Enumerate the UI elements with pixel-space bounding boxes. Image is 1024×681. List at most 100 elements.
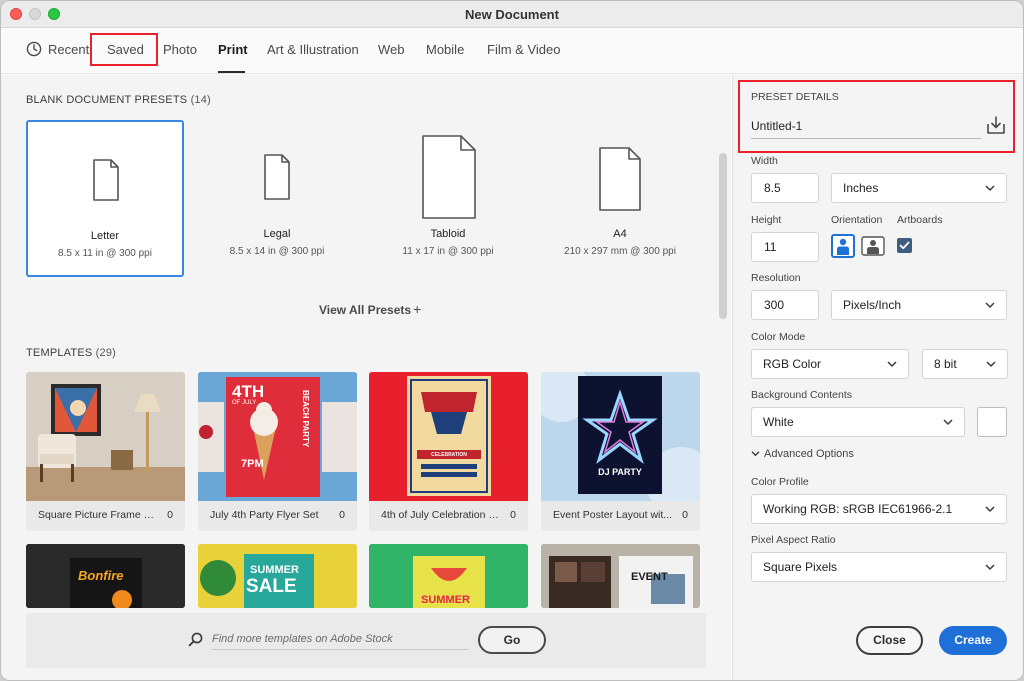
template-card[interactable]: 4TH OF JULY BEACH PARTY 7PM July 4th Par… [198, 372, 357, 531]
thumb-text: SUMMER [421, 594, 470, 606]
tab-web[interactable]: Web [378, 42, 405, 57]
category-tabs: Recent Saved Photo Print Art & Illustrat… [1, 28, 1023, 74]
bit-depth-select[interactable]: 8 bit [922, 349, 1008, 379]
preset-name: Tabloid [430, 228, 466, 240]
document-icon [93, 159, 119, 201]
height-label: Height [751, 214, 782, 226]
chevron-down-icon [985, 302, 995, 309]
thumb-text: SUMMER [250, 564, 299, 576]
template-count: 0 [167, 509, 173, 521]
template-count: 0 [339, 509, 345, 521]
template-card[interactable]: Square Picture Frame M... 0 [26, 372, 185, 531]
template-card[interactable]: Bonfire [26, 544, 185, 608]
pixel-aspect-label: Pixel Aspect Ratio [751, 534, 836, 546]
new-document-dialog: New Document Recent Saved Photo Print Ar… [0, 0, 1024, 681]
template-thumbnail: 4TH OF JULY BEACH PARTY 7PM [198, 372, 357, 501]
template-count: 0 [510, 509, 516, 521]
window-title: New Document [465, 7, 559, 22]
resolution-input[interactable]: 300 [751, 290, 819, 320]
thumb-text: OF JULY [232, 400, 257, 406]
tab-print[interactable]: Print [218, 42, 248, 57]
search-icon [188, 632, 203, 647]
thumb-text: 7PM [241, 458, 264, 470]
adobe-stock-search-bar: Go [26, 613, 706, 668]
template-card[interactable]: SUMMER [369, 544, 528, 608]
color-mode-select[interactable]: RGB Color [751, 349, 909, 379]
go-button[interactable]: Go [478, 626, 546, 654]
preset-tabloid[interactable]: Tabloid 11 x 17 in @ 300 ppi [369, 120, 527, 277]
checkmark-icon [899, 241, 910, 250]
color-profile-select[interactable]: Working RGB: sRGB IEC61966-2.1 [751, 494, 1007, 524]
chevron-down-icon [985, 506, 995, 513]
view-all-presets-link[interactable]: View All Presets + [319, 301, 421, 317]
template-card[interactable]: CELEBRATION 4th of July Celebration Fl..… [369, 372, 528, 531]
landscape-orientation-icon[interactable] [861, 234, 885, 258]
advanced-options-toggle[interactable]: Advanced Options [751, 448, 854, 460]
active-tab-indicator [218, 71, 245, 73]
template-caption: Event Poster Layout wit... [553, 509, 673, 521]
create-button[interactable]: Create [939, 626, 1007, 655]
close-button[interactable]: Close [856, 626, 923, 655]
document-icon [422, 135, 476, 219]
chevron-down-icon [751, 451, 760, 457]
thumb-text: BEACH PARTY [301, 390, 310, 448]
width-unit-select[interactable]: Inches [831, 173, 1007, 203]
presets-scrollbar[interactable] [719, 153, 727, 319]
chevron-down-icon [943, 419, 953, 426]
portrait-orientation-icon[interactable] [831, 234, 855, 258]
presets-panel: BLANK DOCUMENT PRESETS (14) Letter 8.5 x… [1, 75, 731, 680]
width-input[interactable]: 8.5 [751, 173, 819, 203]
tab-recent[interactable]: Recent [48, 42, 89, 57]
tab-mobile[interactable]: Mobile [426, 42, 464, 57]
preset-dims: 8.5 x 11 in @ 300 ppi [58, 248, 152, 259]
preset-name: A4 [613, 228, 627, 240]
template-count: 0 [682, 509, 688, 521]
background-color-swatch[interactable] [977, 407, 1007, 437]
template-thumbnail [26, 372, 185, 501]
chevron-down-icon [986, 361, 996, 368]
document-icon [599, 147, 641, 211]
template-caption: July 4th Party Flyer Set [210, 509, 319, 521]
width-label: Width [751, 155, 778, 167]
preset-name: Legal [263, 228, 291, 240]
template-card[interactable]: EVENT [541, 544, 700, 608]
preset-name: Letter [90, 230, 120, 242]
chevron-down-icon [887, 361, 897, 368]
height-input[interactable]: 11 [751, 232, 819, 262]
thumb-text: DJ PARTY [598, 467, 642, 477]
resolution-unit-select[interactable]: Pixels/Inch [831, 290, 1007, 320]
artboards-label: Artboards [897, 214, 943, 226]
resolution-label: Resolution [751, 272, 801, 284]
preset-details-panel: PRESET DETAILS Width 8.5 Inches Height O… [732, 75, 1023, 680]
preset-a4[interactable]: A4 210 x 297 mm @ 300 ppi [541, 120, 699, 277]
thumb-text: SALE [246, 576, 297, 597]
thumb-text: Bonfire [78, 568, 124, 583]
template-card[interactable]: DJ PARTY Event Poster Layout wit... 0 [541, 372, 700, 531]
pixel-aspect-select[interactable]: Square Pixels [751, 552, 1007, 582]
chevron-down-icon [985, 564, 995, 571]
template-caption: Square Picture Frame M... [38, 509, 158, 521]
preset-legal[interactable]: Legal 8.5 x 14 in @ 300 ppi [198, 120, 356, 277]
highlight-box-saved [90, 33, 158, 66]
template-thumbnail: DJ PARTY [541, 372, 700, 501]
orientation-label: Orientation [831, 214, 883, 226]
preset-dims: 210 x 297 mm @ 300 ppi [564, 246, 676, 257]
thumb-text: 4TH [232, 382, 265, 401]
color-mode-label: Color Mode [751, 331, 806, 343]
artboards-checkbox[interactable] [897, 238, 912, 253]
tab-art-illustration[interactable]: Art & Illustration [267, 42, 359, 57]
preset-dims: 11 x 17 in @ 300 ppi [402, 246, 494, 257]
background-select[interactable]: White [751, 407, 965, 437]
template-thumbnail: CELEBRATION [369, 372, 528, 501]
preset-letter[interactable]: Letter 8.5 x 11 in @ 300 ppi [26, 120, 184, 277]
tab-film-video[interactable]: Film & Video [487, 42, 560, 57]
stock-search-input[interactable] [212, 628, 468, 650]
document-icon [264, 154, 290, 200]
thumb-text: CELEBRATION [431, 452, 467, 458]
background-label: Background Contents [751, 389, 852, 401]
plus-icon: + [413, 301, 422, 317]
template-card[interactable]: SUMMER SALE [198, 544, 357, 608]
presets-heading: BLANK DOCUMENT PRESETS (14) [26, 94, 211, 106]
chevron-down-icon [985, 185, 995, 192]
tab-photo[interactable]: Photo [163, 42, 197, 57]
